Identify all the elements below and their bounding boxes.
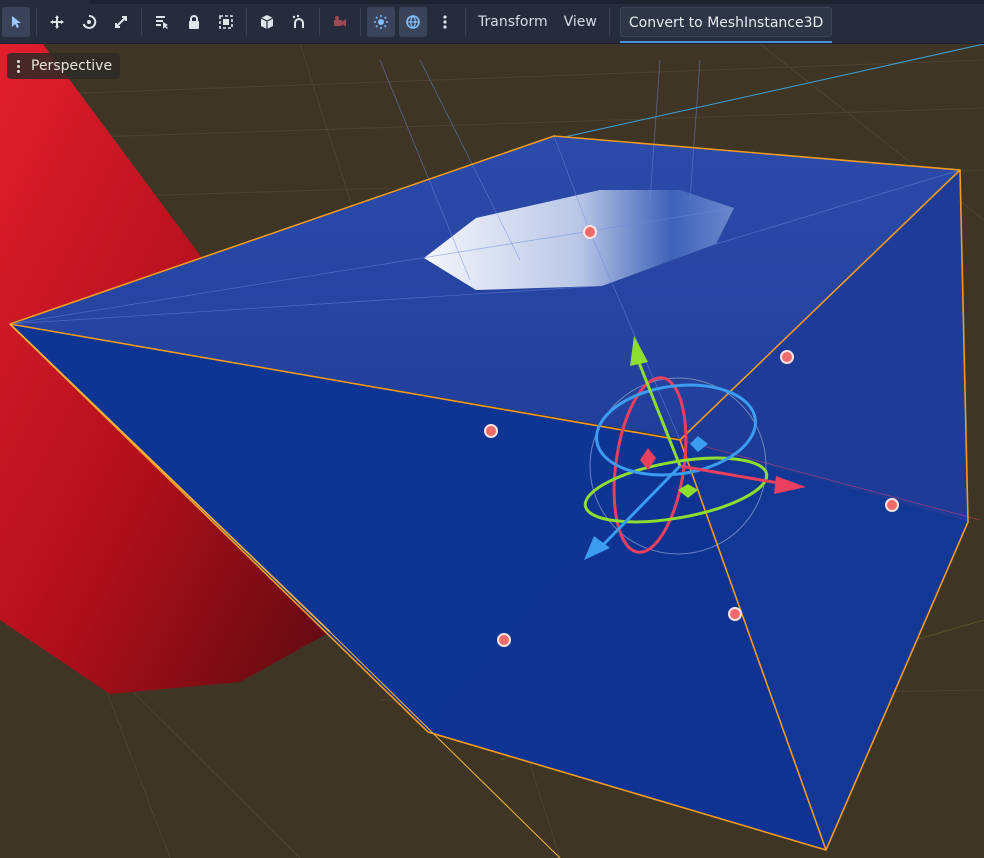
rotate-icon xyxy=(82,14,97,29)
scale-icon xyxy=(115,15,127,28)
preview-sun-toggle[interactable] xyxy=(367,6,395,37)
cursor-arrow-icon xyxy=(12,15,21,28)
toolbar-separator xyxy=(608,7,610,36)
camera-icon xyxy=(334,15,346,27)
scale-tool-button[interactable] xyxy=(107,7,135,37)
toolbar-separator xyxy=(319,7,320,36)
csg-mesh[interactable] xyxy=(9,59,981,858)
transform-menu[interactable]: Transform xyxy=(470,7,556,37)
cube-icon xyxy=(260,14,274,29)
snap-tool-button[interactable] xyxy=(285,7,313,37)
list-select-icon xyxy=(156,15,168,29)
handle-point[interactable] xyxy=(583,225,597,239)
lock-tool-button[interactable] xyxy=(180,7,208,37)
handle-point[interactable] xyxy=(885,498,899,512)
toolbar-separator xyxy=(36,7,37,36)
sun-icon xyxy=(374,14,388,29)
snap-magnet-icon xyxy=(292,14,304,28)
move-tool-button[interactable] xyxy=(43,7,71,37)
convert-to-meshinstance-button[interactable]: Convert to MeshInstance3D xyxy=(619,6,833,43)
handle-point[interactable] xyxy=(728,607,742,621)
more-options-button[interactable] xyxy=(431,7,459,37)
move-arrows-icon xyxy=(50,14,64,29)
3d-viewport[interactable] xyxy=(0,0,984,858)
group-tool-button[interactable] xyxy=(212,7,240,37)
group-icon xyxy=(219,14,233,29)
preview-environment-toggle[interactable] xyxy=(399,6,427,37)
camera-override-tool-button[interactable] xyxy=(326,7,354,37)
perspective-label: Perspective xyxy=(31,58,113,74)
perspective-menu-button[interactable]: Perspective xyxy=(7,53,121,79)
view-menu[interactable]: View xyxy=(556,7,605,37)
z-axis-line xyxy=(559,43,984,139)
handle-point[interactable] xyxy=(780,350,794,364)
globe-icon xyxy=(406,14,420,29)
vertical-dots-icon xyxy=(443,14,447,29)
handle-point[interactable] xyxy=(484,424,498,438)
editor-tab-strip xyxy=(90,0,984,4)
toolbar-separator xyxy=(246,7,247,36)
local-space-tool-button[interactable] xyxy=(253,7,281,37)
handle-point[interactable] xyxy=(497,633,511,647)
toolbar-separator xyxy=(465,7,466,36)
vertical-dots-icon xyxy=(11,59,25,74)
list-select-tool-button[interactable] xyxy=(148,7,176,37)
viewport-toolbar: Transform View Convert to MeshInstance3D xyxy=(0,0,984,44)
rotate-tool-button[interactable] xyxy=(75,7,103,37)
select-tool-button[interactable] xyxy=(2,6,30,37)
toolbar-separator xyxy=(141,7,142,36)
toolbar-separator xyxy=(360,7,361,36)
lock-icon xyxy=(189,14,199,29)
